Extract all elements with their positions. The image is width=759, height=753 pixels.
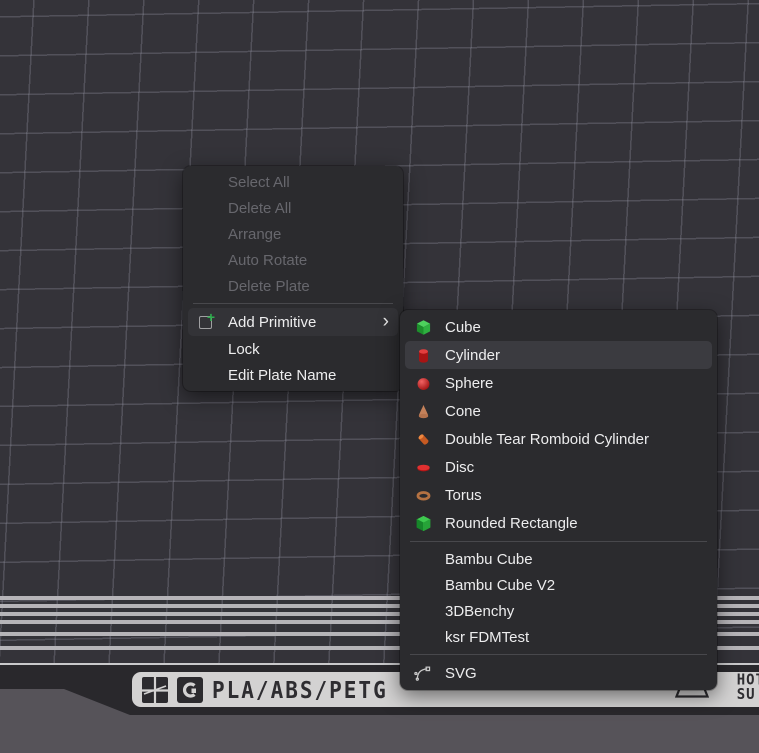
icon-spacer (197, 199, 215, 217)
cylinder-icon (414, 346, 432, 364)
icon-spacer (414, 576, 432, 594)
disc-icon (414, 458, 432, 476)
context-menu: Select All Delete All Arrange Auto Rotat… (183, 166, 403, 391)
menu-item-edit-plate-name[interactable]: Edit Plate Name (183, 362, 403, 388)
menu-item-delete-all[interactable]: Delete All (183, 195, 403, 221)
submenu-item-svg[interactable]: SVG (400, 659, 717, 687)
submenu-item-label: Cone (445, 403, 481, 420)
add-primitive-icon: + (197, 313, 215, 331)
menu-item-add-primitive[interactable]: + Add Primitive › (188, 308, 398, 336)
icon-spacer (197, 251, 215, 269)
submenu-item-label: Double Tear Romboid Cylinder (445, 431, 649, 448)
submenu-item-torus[interactable]: Torus (400, 481, 717, 509)
submenu-item-label: Bambu Cube V2 (445, 577, 555, 594)
submenu-item-3dbenchy[interactable]: 3DBenchy (400, 598, 717, 624)
submenu-item-rounded-rectangle[interactable]: Rounded Rectangle (400, 509, 717, 537)
submenu-item-label: Rounded Rectangle (445, 515, 578, 532)
submenu-item-cylinder[interactable]: Cylinder (405, 341, 712, 369)
chevron-right-icon: › (383, 312, 389, 333)
icon-spacer (197, 366, 215, 384)
submenu-item-ksr-fdmtest[interactable]: ksr FDMTest (400, 624, 717, 650)
menu-item-label: Delete Plate (228, 278, 310, 295)
g-mark-icon (177, 677, 203, 703)
submenu-item-label: ksr FDMTest (445, 629, 529, 646)
submenu-item-sphere[interactable]: Sphere (400, 369, 717, 397)
icon-spacer (197, 173, 215, 191)
menu-item-lock[interactable]: Lock (183, 336, 403, 362)
icon-spacer (197, 225, 215, 243)
menu-item-label: Delete All (228, 200, 291, 217)
menu-item-delete-plate[interactable]: Delete Plate (183, 273, 403, 299)
stencil-line-2: SU (737, 688, 759, 702)
icon-spacer (197, 277, 215, 295)
menu-item-label: Add Primitive (228, 314, 316, 331)
menu-item-label: Auto Rotate (228, 252, 307, 269)
menu-item-label: Arrange (228, 226, 281, 243)
plate-material-label: PLA/ABS/PETG (212, 676, 388, 703)
submenu-separator (410, 654, 707, 655)
submenu-item-label: Disc (445, 459, 474, 476)
cube-icon (414, 318, 432, 336)
submenu-item-label: SVG (445, 665, 477, 682)
app-window: PLA/ABS/PETG HOT SU Select All Delete Al… (0, 0, 759, 753)
submenu-item-double-tear-romboid-cylinder[interactable]: Double Tear Romboid Cylinder (400, 425, 717, 453)
sphere-icon (414, 374, 432, 392)
plate-right-stencil-text: HOT SU (737, 674, 759, 703)
icon-spacer (414, 602, 432, 620)
submenu-item-label: Bambu Cube (445, 551, 533, 568)
rounded-rectangle-icon (414, 514, 432, 532)
cone-icon (414, 402, 432, 420)
submenu-item-cube[interactable]: Cube (400, 313, 717, 341)
submenu-item-label: Cylinder (445, 347, 500, 364)
icon-spacer (414, 550, 432, 568)
torus-icon (414, 486, 432, 504)
submenu-item-bambu-cube[interactable]: Bambu Cube (400, 546, 717, 572)
romboid-cylinder-icon (414, 430, 432, 448)
menu-separator (193, 303, 393, 304)
submenu-separator (410, 541, 707, 542)
icon-spacer (414, 628, 432, 646)
submenu-item-label: 3DBenchy (445, 603, 514, 620)
submenu-item-disc[interactable]: Disc (400, 453, 717, 481)
submenu-item-cone[interactable]: Cone (400, 397, 717, 425)
menu-item-arrange[interactable]: Arrange (183, 221, 403, 247)
submenu-item-label: Sphere (445, 375, 493, 392)
menu-item-label: Select All (228, 174, 290, 191)
menu-item-auto-rotate[interactable]: Auto Rotate (183, 247, 403, 273)
menu-item-label: Edit Plate Name (228, 367, 336, 384)
submenu-item-bambu-cube-v2[interactable]: Bambu Cube V2 (400, 572, 717, 598)
icon-spacer (197, 340, 215, 358)
add-primitive-submenu: Cube Cylinder Sphere (400, 310, 717, 690)
menu-item-label: Lock (228, 341, 260, 358)
bambu-logo-icon (142, 677, 168, 703)
menu-item-select-all[interactable]: Select All (183, 169, 403, 195)
bezier-curve-icon (414, 664, 432, 682)
submenu-item-label: Cube (445, 319, 481, 336)
submenu-item-label: Torus (445, 487, 482, 504)
